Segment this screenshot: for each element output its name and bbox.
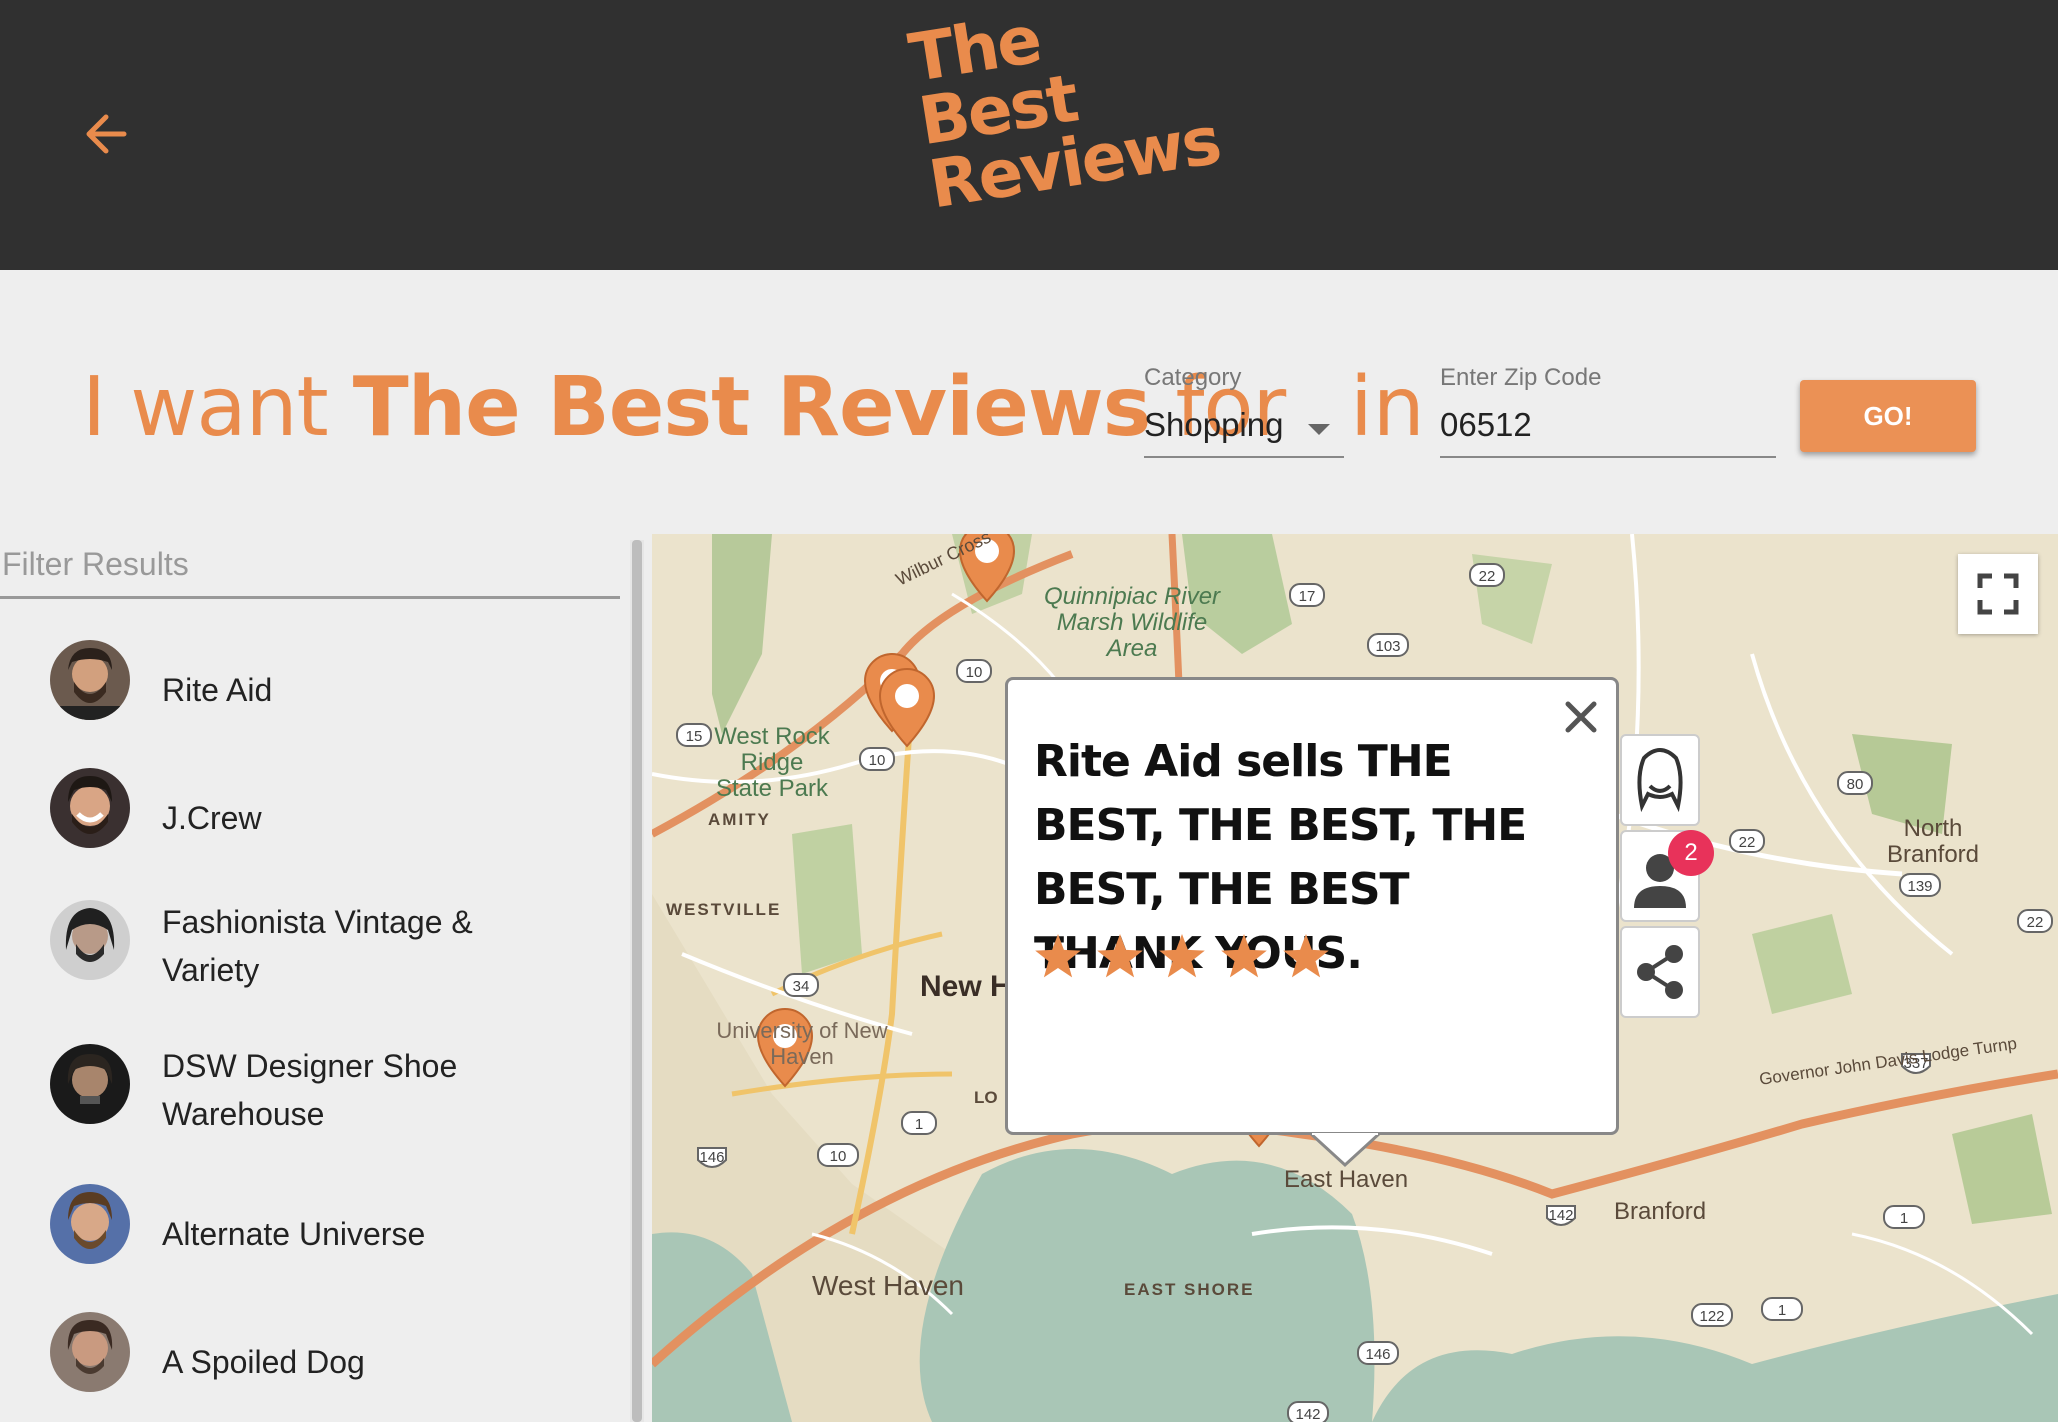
avatar (50, 1044, 130, 1124)
map-label-branford: Branford (1614, 1198, 1707, 1225)
list-item[interactable]: DSW Designer Shoe Warehouse (0, 1030, 620, 1160)
route-shield-label: 10 (830, 1148, 847, 1165)
popup-tail (1310, 1133, 1380, 1168)
map[interactable]: 22 17 103 10 15 10 80 22 139 22 34 1 10 1 122 1 146 142 14… (652, 534, 2058, 1422)
map-label-west-rock: West Rock Ridge State Park (714, 723, 830, 802)
list-item-label: Alternate Universe (162, 1216, 426, 1252)
back-arrow-icon[interactable] (78, 104, 138, 164)
route-shield-label: 22 (1739, 834, 1756, 851)
headline-brand: The Best Reviews (352, 360, 1152, 455)
route-shield-label: 10 (869, 752, 886, 769)
list-item[interactable]: Fashionista Vintage & Variety (0, 886, 620, 1016)
filter-input[interactable] (2, 546, 602, 583)
avatar (50, 768, 130, 848)
app-header: The Best Reviews (0, 0, 2058, 270)
category-select[interactable]: Shopping (1144, 400, 1344, 458)
list-item[interactable]: Alternate Universe (0, 1174, 620, 1294)
route-shield-label: 142 (1295, 1406, 1320, 1422)
map-label-east-shore: EAST SHORE (1124, 1280, 1255, 1299)
list-item-label: Rite Aid (162, 672, 273, 708)
list-item[interactable]: A Spoiled Dog (0, 1302, 620, 1422)
fullscreen-icon (1977, 573, 2019, 615)
route-shield-label: 1 (915, 1116, 923, 1133)
list-item[interactable]: J.Crew (0, 758, 620, 878)
results-scrollbar[interactable] (630, 540, 644, 1422)
filter-field (0, 540, 620, 599)
route-shield-label: 103 (1375, 638, 1400, 655)
route-shield-label: 142 (1548, 1207, 1573, 1224)
map-label-north-branford: North Branford (1886, 815, 1980, 868)
route-shield-label: 122 (1699, 1308, 1724, 1325)
route-shield-label: 17 (1299, 588, 1316, 605)
category-value: Shopping (1144, 406, 1284, 443)
star-icon (1035, 934, 1081, 978)
category-label: Category (1144, 364, 1242, 391)
route-shield-label: 1 (1900, 1210, 1908, 1227)
route-shield-label: 80 (1847, 776, 1864, 793)
zip-field (1440, 400, 1776, 458)
route-shield-label: 146 (699, 1149, 724, 1166)
list-item-label: A Spoiled Dog (162, 1344, 365, 1380)
route-shield-label: 22 (2027, 914, 2044, 931)
share-button[interactable] (1620, 926, 1700, 1018)
logo: The Best Reviews (904, 0, 1225, 224)
avatar (50, 640, 130, 720)
info-popup: Rite Aid sells THE BEST, THE BEST, THE B… (1005, 677, 1619, 1135)
star-icon (1097, 934, 1143, 978)
avatar (50, 900, 130, 980)
list-item-label: Fashionista Vintage & Variety (162, 904, 473, 988)
route-shield-label: 34 (793, 978, 810, 995)
map-label-new-haven: New H (920, 970, 1012, 1003)
zip-label: Enter Zip Code (1440, 364, 1602, 391)
zip-input[interactable] (1440, 406, 1770, 444)
reviewer-avatar-button[interactable] (1620, 734, 1700, 826)
chevron-down-icon (1308, 424, 1330, 435)
fullscreen-button[interactable] (1958, 554, 2038, 634)
avatar (50, 1184, 130, 1264)
star-icon (1283, 934, 1329, 978)
stars-svg (1035, 934, 1329, 978)
list-item-label: J.Crew (162, 800, 262, 836)
list-item-label: DSW Designer Shoe Warehouse (162, 1048, 458, 1132)
notification-badge: 2 (1668, 830, 1714, 876)
go-button[interactable]: GO! (1800, 380, 1976, 452)
route-shield-label: 146 (1365, 1346, 1390, 1363)
map-label-westville: WESTVILLE (666, 900, 782, 919)
route-shield-label: 15 (686, 728, 703, 745)
long-hair-person-icon (1637, 748, 1683, 813)
share-icon (1637, 945, 1683, 999)
route-shield-label: 10 (966, 664, 983, 681)
star-icon (1159, 934, 1205, 978)
route-shield-label: 1 (1778, 1302, 1786, 1319)
route-shield-label: 22 (1479, 568, 1496, 585)
map-label-university: University of New Haven (716, 1018, 888, 1069)
route-shield-label: 139 (1907, 878, 1932, 895)
map-label-amity: AMITY (708, 810, 771, 829)
headline-prefix: I want (82, 360, 353, 455)
map-label-quinnipiac: Quinnipiac River Marsh Wildlife Area (1043, 583, 1221, 662)
avatar (50, 1312, 130, 1392)
list-item[interactable]: Rite Aid (0, 630, 620, 750)
star-icon (1221, 934, 1267, 978)
headline-in: in (1350, 360, 1425, 455)
map-label-lo: LO (974, 1088, 998, 1107)
search-headline: I want The Best Reviews for (82, 360, 1286, 455)
scrollbar-thumb[interactable] (632, 540, 642, 1422)
map-label-west-haven: West Haven (812, 1270, 964, 1301)
